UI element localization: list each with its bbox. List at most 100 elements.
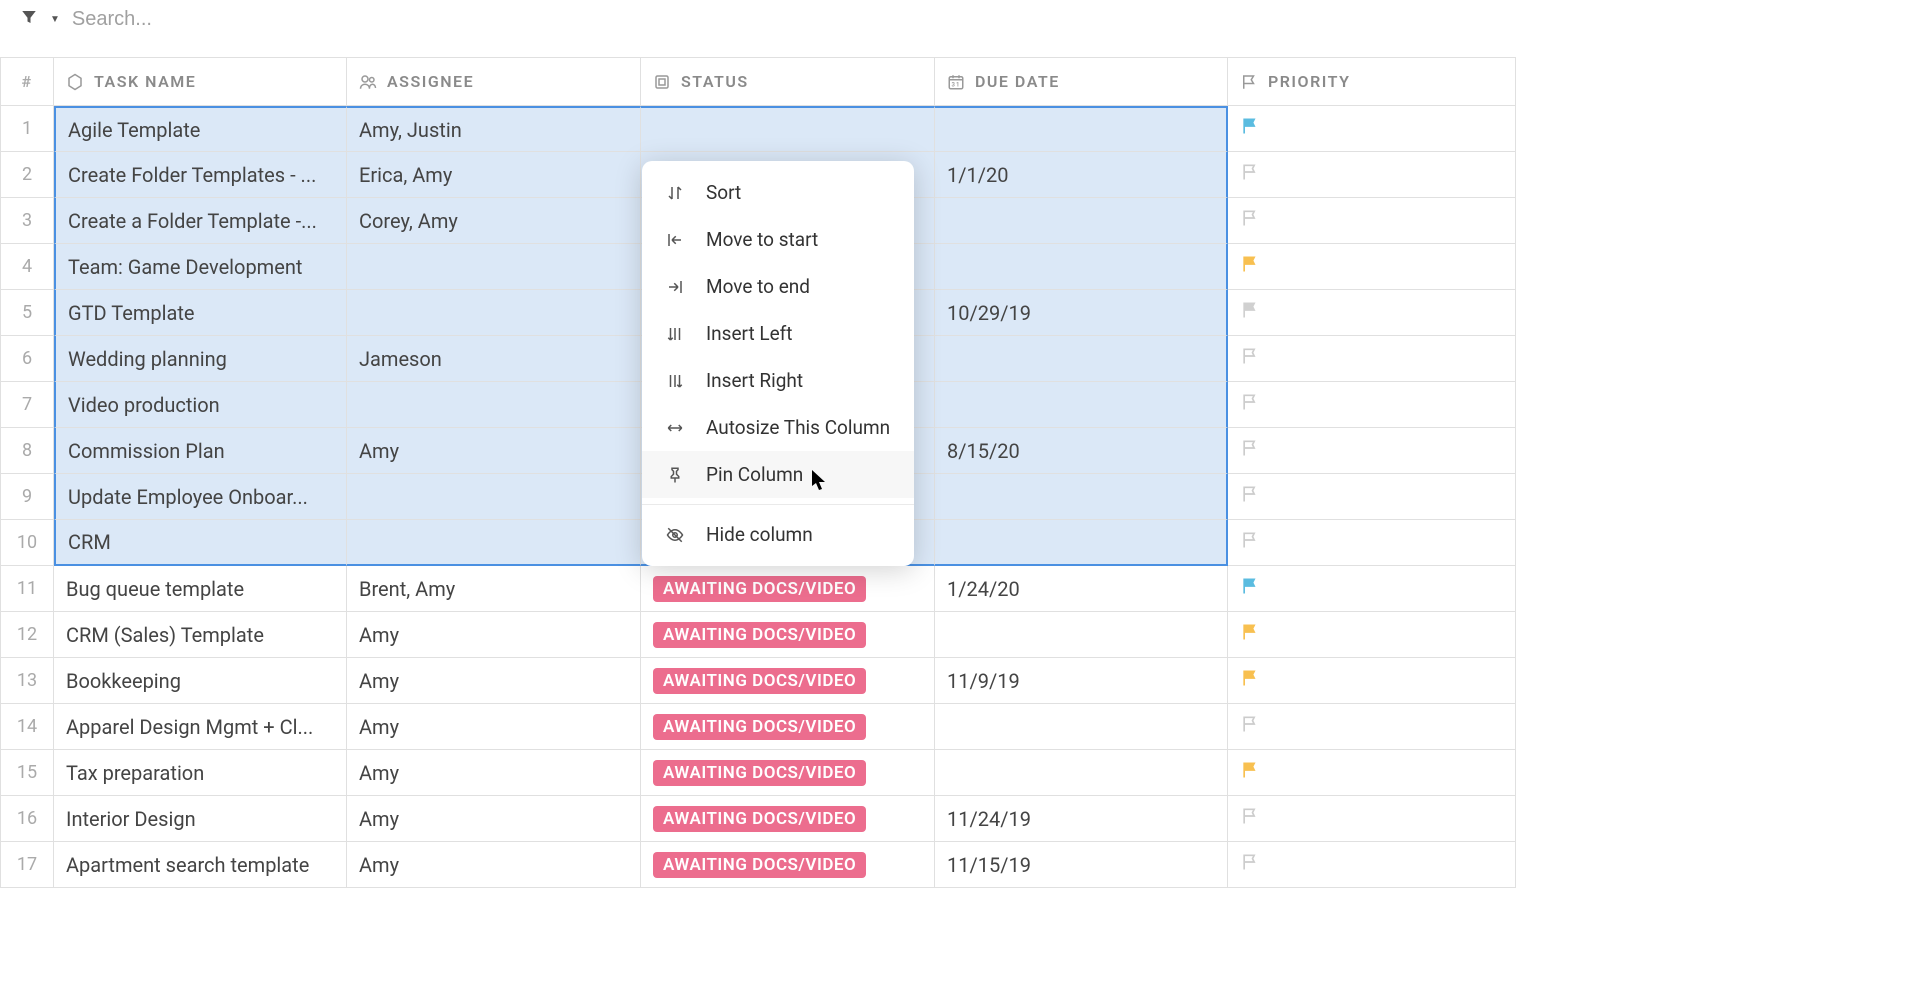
- assignee-cell[interactable]: Erica, Amy: [347, 152, 641, 198]
- assignee-cell[interactable]: [347, 244, 641, 290]
- due-cell[interactable]: [935, 198, 1228, 244]
- status-cell[interactable]: AWAITING DOCS/VIDEO: [641, 842, 935, 888]
- due-cell[interactable]: 11/24/19: [935, 796, 1228, 842]
- priority-cell[interactable]: [1228, 750, 1516, 796]
- task-cell[interactable]: Commission Plan: [54, 428, 347, 474]
- due-cell[interactable]: [935, 382, 1228, 428]
- menu-insert-right-label: Insert Right: [706, 369, 803, 392]
- col-header-status[interactable]: STATUS: [641, 57, 935, 106]
- task-cell[interactable]: Tax preparation: [54, 750, 347, 796]
- task-cell[interactable]: CRM: [54, 520, 347, 566]
- priority-cell[interactable]: [1228, 796, 1516, 842]
- due-cell[interactable]: 1/24/20: [935, 566, 1228, 612]
- task-cell[interactable]: Interior Design: [54, 796, 347, 842]
- priority-cell[interactable]: [1228, 382, 1516, 428]
- task-cell[interactable]: Video production: [54, 382, 347, 428]
- assignee-cell[interactable]: Amy: [347, 658, 641, 704]
- assignee-cell-text: Amy: [359, 853, 399, 877]
- menu-insert-left[interactable]: Insert Left: [642, 310, 914, 357]
- priority-flag-icon: [1240, 437, 1260, 464]
- status-cell[interactable]: AWAITING DOCS/VIDEO: [641, 658, 935, 704]
- insert-right-icon: [664, 370, 686, 392]
- task-cell[interactable]: Wedding planning: [54, 336, 347, 382]
- assignee-cell[interactable]: Jameson: [347, 336, 641, 382]
- task-cell[interactable]: CRM (Sales) Template: [54, 612, 347, 658]
- assignee-cell[interactable]: [347, 474, 641, 520]
- menu-pin-column[interactable]: Pin Column: [642, 451, 914, 498]
- task-cell[interactable]: Create a Folder Template -...: [54, 198, 347, 244]
- priority-cell[interactable]: [1228, 290, 1516, 336]
- assignee-cell[interactable]: Amy, Justin: [347, 106, 641, 152]
- status-cell[interactable]: [641, 106, 935, 152]
- task-cell[interactable]: Bug queue template: [54, 566, 347, 612]
- assignee-cell[interactable]: [347, 520, 641, 566]
- assignee-cell[interactable]: Amy: [347, 750, 641, 796]
- status-cell[interactable]: AWAITING DOCS/VIDEO: [641, 796, 935, 842]
- assignee-cell[interactable]: [347, 382, 641, 428]
- due-cell[interactable]: 1/1/20: [935, 152, 1228, 198]
- due-cell[interactable]: [935, 612, 1228, 658]
- col-header-num: #: [0, 57, 54, 106]
- assignee-cell[interactable]: Amy: [347, 842, 641, 888]
- due-cell[interactable]: 11/15/19: [935, 842, 1228, 888]
- assignee-cell[interactable]: Amy: [347, 796, 641, 842]
- assignee-cell[interactable]: Brent, Amy: [347, 566, 641, 612]
- due-cell[interactable]: [935, 474, 1228, 520]
- status-cell[interactable]: AWAITING DOCS/VIDEO: [641, 704, 935, 750]
- assignee-cell[interactable]: Amy: [347, 704, 641, 750]
- due-cell[interactable]: [935, 704, 1228, 750]
- menu-sort[interactable]: Sort: [642, 169, 914, 216]
- task-cell[interactable]: Apparel Design Mgmt + Cl...: [54, 704, 347, 750]
- task-cell[interactable]: Team: Game Development: [54, 244, 347, 290]
- due-cell[interactable]: [935, 106, 1228, 152]
- task-cell-text: Interior Design: [66, 807, 196, 831]
- assignee-cell[interactable]: Amy: [347, 428, 641, 474]
- priority-cell[interactable]: [1228, 658, 1516, 704]
- due-cell[interactable]: [935, 336, 1228, 382]
- menu-move-end[interactable]: Move to end: [642, 263, 914, 310]
- col-header-due[interactable]: 31DUE DATE: [935, 57, 1228, 106]
- task-cell[interactable]: GTD Template: [54, 290, 347, 336]
- col-header-assignee[interactable]: ASSIGNEE: [347, 57, 641, 106]
- col-header-task[interactable]: TASK NAME: [54, 57, 347, 106]
- priority-cell[interactable]: [1228, 520, 1516, 566]
- assignee-cell[interactable]: [347, 290, 641, 336]
- assignee-cell[interactable]: Corey, Amy: [347, 198, 641, 244]
- menu-hide-column[interactable]: Hide column: [642, 511, 914, 558]
- due-cell[interactable]: 8/15/20: [935, 428, 1228, 474]
- menu-move-start[interactable]: Move to start: [642, 216, 914, 263]
- priority-cell[interactable]: [1228, 152, 1516, 198]
- priority-cell[interactable]: [1228, 474, 1516, 520]
- due-cell[interactable]: 10/29/19: [935, 290, 1228, 336]
- due-cell[interactable]: [935, 244, 1228, 290]
- menu-hide-label: Hide column: [706, 523, 813, 546]
- due-cell[interactable]: [935, 520, 1228, 566]
- due-cell[interactable]: [935, 750, 1228, 796]
- col-header-priority[interactable]: PRIORITY: [1228, 57, 1516, 106]
- filter-dropdown-icon[interactable]: ▼: [50, 14, 60, 25]
- assignee-cell-text: Amy: [359, 715, 399, 739]
- filter-icon[interactable]: [20, 8, 38, 31]
- priority-cell[interactable]: [1228, 704, 1516, 750]
- status-cell[interactable]: AWAITING DOCS/VIDEO: [641, 566, 935, 612]
- menu-autosize[interactable]: Autosize This Column: [642, 404, 914, 451]
- priority-cell[interactable]: [1228, 612, 1516, 658]
- task-cell[interactable]: Create Folder Templates - ...: [54, 152, 347, 198]
- priority-cell[interactable]: [1228, 566, 1516, 612]
- menu-insert-right[interactable]: Insert Right: [642, 357, 914, 404]
- priority-cell[interactable]: [1228, 336, 1516, 382]
- task-cell[interactable]: Apartment search template: [54, 842, 347, 888]
- priority-cell[interactable]: [1228, 244, 1516, 290]
- task-cell[interactable]: Bookkeeping: [54, 658, 347, 704]
- due-cell[interactable]: 11/9/19: [935, 658, 1228, 704]
- task-cell[interactable]: Agile Template: [54, 106, 347, 152]
- priority-cell[interactable]: [1228, 198, 1516, 244]
- task-cell[interactable]: Update Employee Onboar...: [54, 474, 347, 520]
- priority-cell[interactable]: [1228, 842, 1516, 888]
- status-cell[interactable]: AWAITING DOCS/VIDEO: [641, 750, 935, 796]
- priority-cell[interactable]: [1228, 106, 1516, 152]
- status-cell[interactable]: AWAITING DOCS/VIDEO: [641, 612, 935, 658]
- assignee-cell[interactable]: Amy: [347, 612, 641, 658]
- priority-cell[interactable]: [1228, 428, 1516, 474]
- search-input[interactable]: [72, 8, 1900, 31]
